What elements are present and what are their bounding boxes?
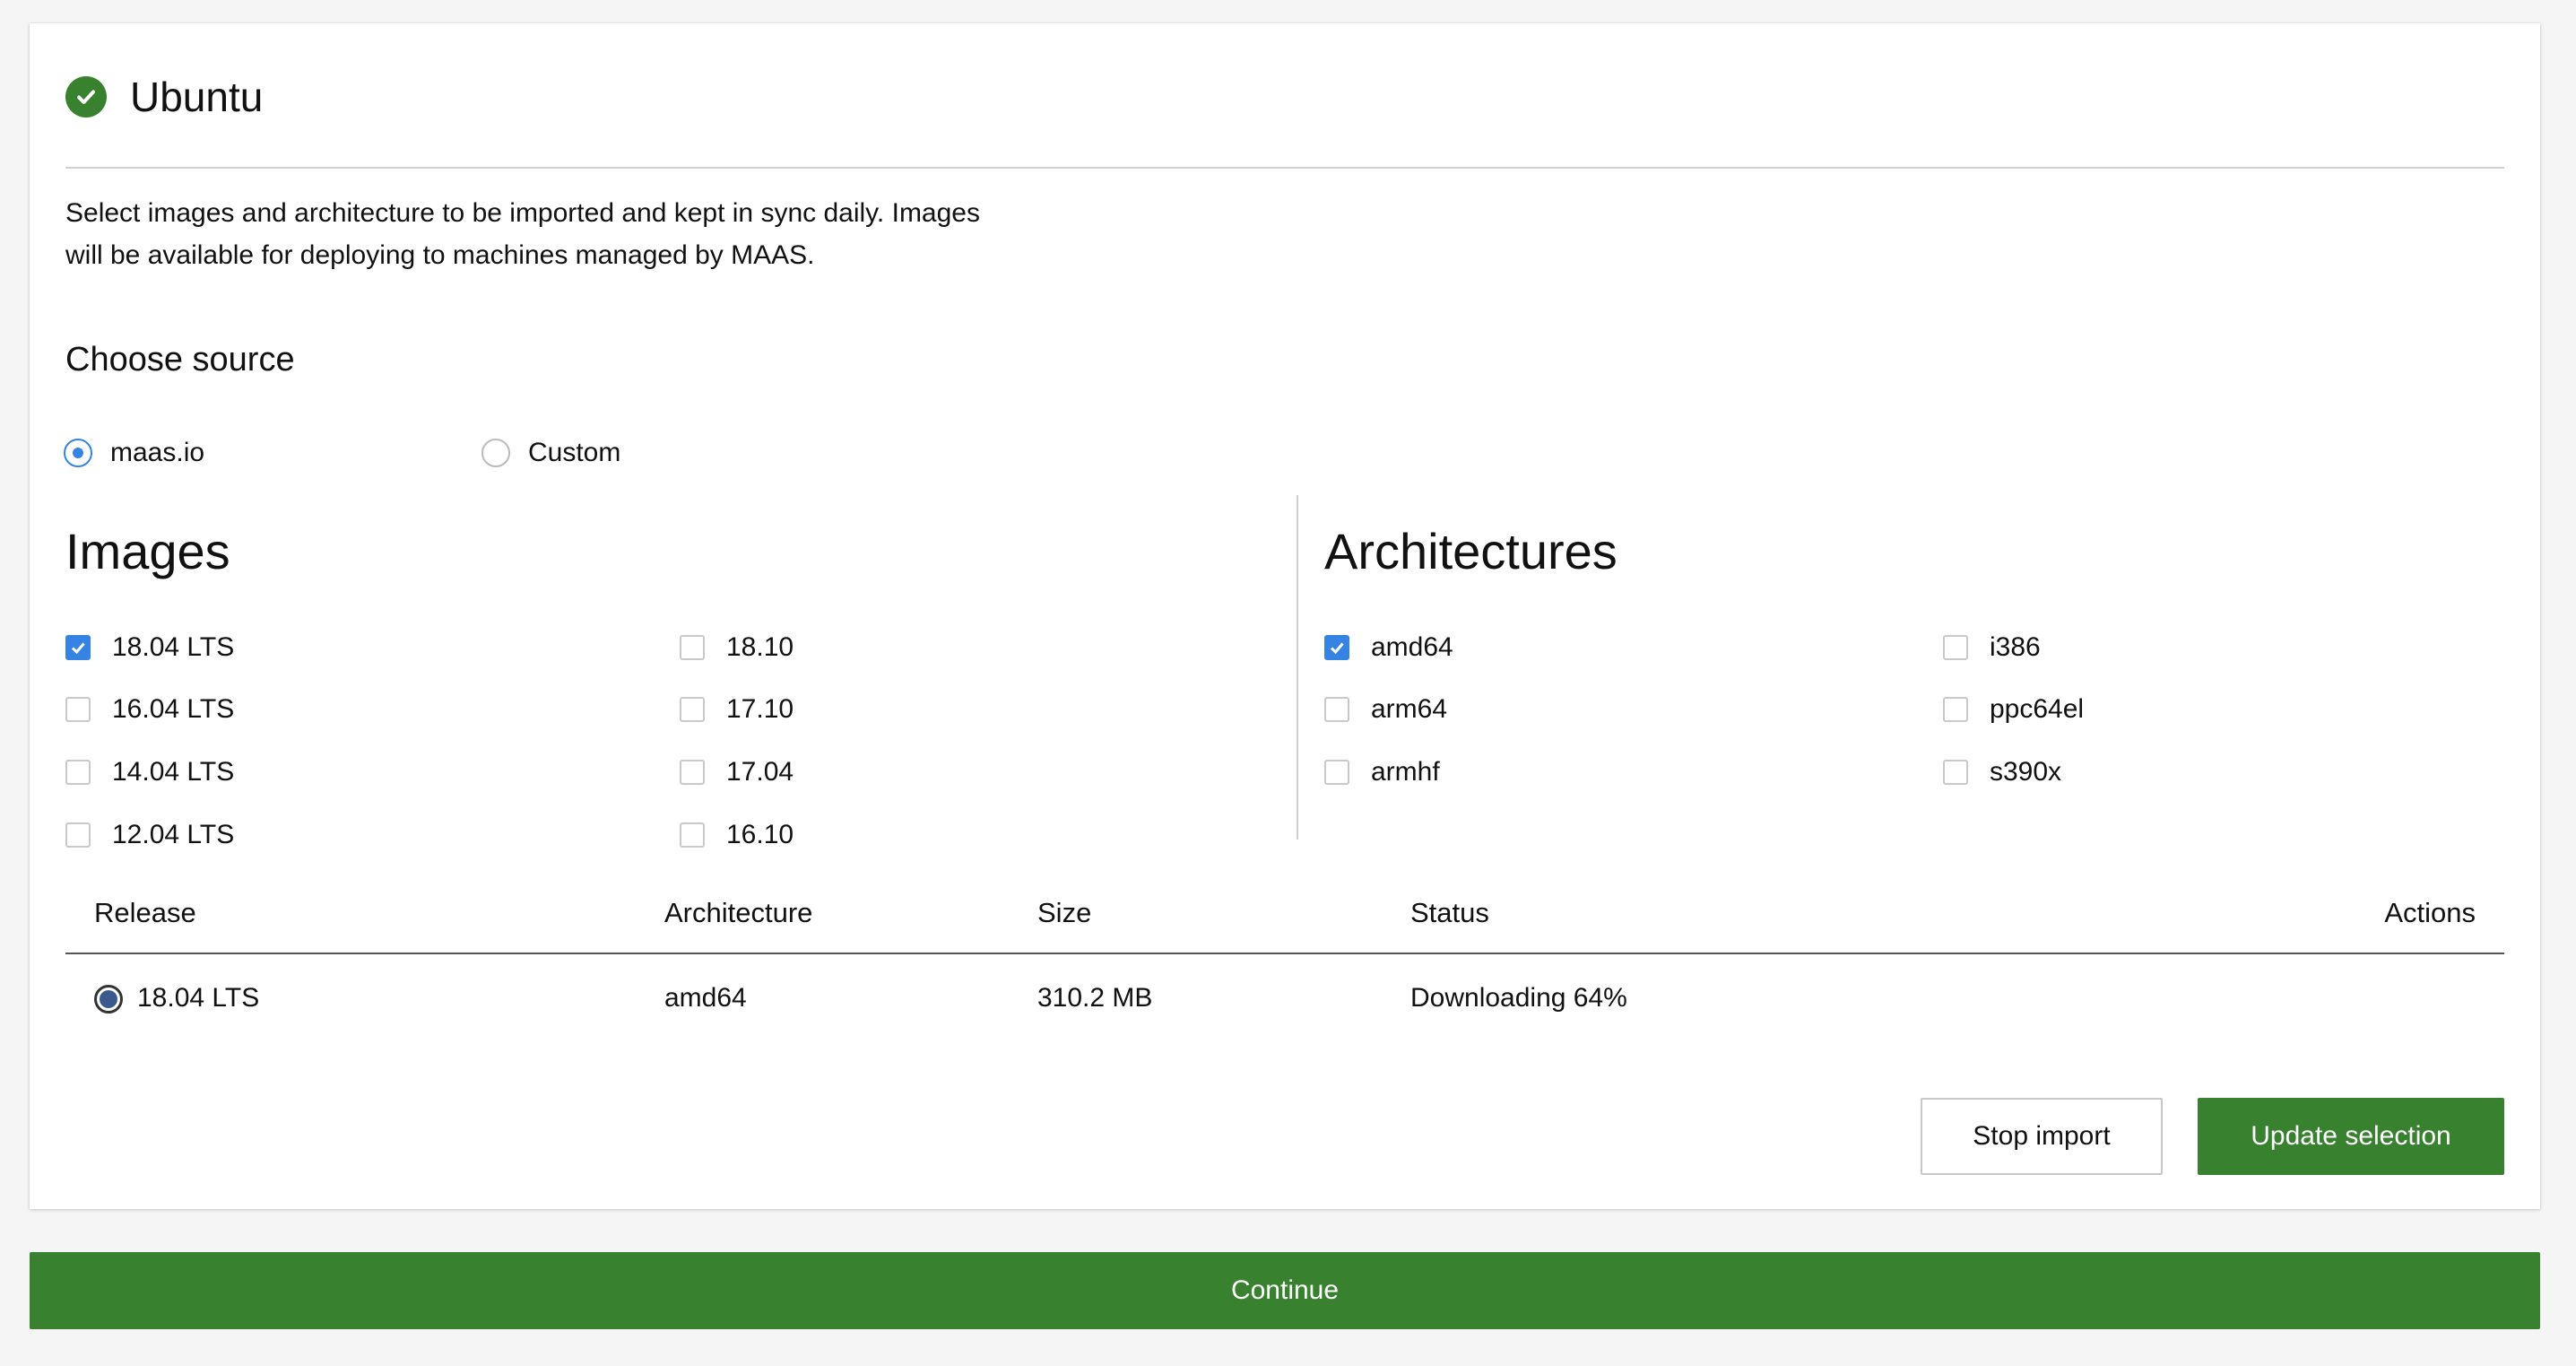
image-option-label: 14.04 LTS <box>112 757 235 787</box>
image-option-label: 18.04 LTS <box>112 632 235 662</box>
column-header-architecture: Architecture <box>664 897 813 928</box>
column-header-status: Status <box>1410 897 1489 928</box>
column-divider <box>1297 495 1298 840</box>
intro-text: Select images and architecture to be imp… <box>65 192 1106 276</box>
cell-architecture: amd64 <box>664 983 747 1013</box>
card-header: Ubuntu <box>65 50 2504 169</box>
cell-status: Downloading 64% <box>1410 983 1627 1013</box>
arch-option-armhf[interactable]: armhf <box>1324 754 1440 790</box>
checkbox-unchecked[interactable] <box>1943 697 1968 722</box>
checkbox-checked[interactable] <box>1324 635 1349 660</box>
intro-line-1: Select images and architecture to be imp… <box>65 198 980 228</box>
column-header-actions: Actions <box>2384 897 2476 928</box>
image-option-16-04-lts[interactable]: 16.04 LTS <box>65 692 234 727</box>
continue-button[interactable]: Continue <box>30 1252 2540 1329</box>
arch-option-label: s390x <box>1990 757 2062 787</box>
arch-option-label: i386 <box>1990 632 2041 662</box>
arch-option-i386[interactable]: i386 <box>1943 630 2041 666</box>
card-title: Ubuntu <box>130 74 264 120</box>
stop-import-button[interactable]: Stop import <box>1921 1098 2163 1175</box>
image-option-14-04-lts[interactable]: 14.04 LTS <box>65 754 234 790</box>
checkbox-unchecked[interactable] <box>65 760 91 785</box>
image-option-label: 17.10 <box>726 694 794 724</box>
radio-unselected[interactable] <box>481 439 510 467</box>
image-option-12-04-lts[interactable]: 12.04 LTS <box>65 817 234 853</box>
arch-option-label: arm64 <box>1371 694 1448 724</box>
image-option-label: 16.04 LTS <box>112 694 235 724</box>
source-option-label: maas.io <box>110 438 205 467</box>
row-select-radio[interactable] <box>94 985 123 1014</box>
image-option-label: 12.04 LTS <box>112 820 235 849</box>
source-option-maas-io[interactable]: maas.io <box>64 438 204 468</box>
arch-option-amd64[interactable]: amd64 <box>1324 630 1453 666</box>
arch-option-label: ppc64el <box>1990 694 2085 724</box>
arch-option-label: armhf <box>1371 757 1440 787</box>
cell-size: 310.2 MB <box>1037 983 1153 1013</box>
checkbox-unchecked[interactable] <box>680 822 705 848</box>
checkbox-unchecked[interactable] <box>65 822 91 848</box>
images-heading: Images <box>65 523 230 579</box>
image-option-label: 17.04 <box>726 757 794 787</box>
success-check-icon <box>65 76 107 117</box>
checkbox-unchecked[interactable] <box>680 760 705 785</box>
checkbox-checked[interactable] <box>65 635 91 660</box>
checkbox-unchecked[interactable] <box>1324 697 1349 722</box>
image-option-label: 16.10 <box>726 820 794 849</box>
image-option-17-04[interactable]: 17.04 <box>680 754 794 790</box>
intro-line-2: will be available for deploying to machi… <box>65 240 815 270</box>
checkbox-unchecked[interactable] <box>680 697 705 722</box>
column-header-size: Size <box>1037 897 1092 928</box>
arch-option-arm64[interactable]: arm64 <box>1324 692 1447 727</box>
arch-option-label: amd64 <box>1371 632 1453 662</box>
arch-option-s390x[interactable]: s390x <box>1943 754 2061 790</box>
checkbox-unchecked[interactable] <box>1324 760 1349 785</box>
choose-source-heading: Choose source <box>65 341 295 378</box>
checkbox-unchecked[interactable] <box>1943 635 1968 660</box>
arch-option-ppc64el[interactable]: ppc64el <box>1943 692 2084 727</box>
checkbox-unchecked[interactable] <box>1943 760 1968 785</box>
checkbox-unchecked[interactable] <box>65 697 91 722</box>
image-option-label: 18.10 <box>726 632 794 662</box>
architectures-heading: Architectures <box>1324 523 1618 579</box>
image-option-18-04-lts[interactable]: 18.04 LTS <box>65 630 234 666</box>
radio-selected[interactable] <box>64 439 92 467</box>
ubuntu-images-card: Ubuntu Select images and architecture to… <box>30 23 2540 1209</box>
image-option-16-10[interactable]: 16.10 <box>680 817 794 853</box>
cell-release: 18.04 LTS <box>137 983 260 1013</box>
checkbox-unchecked[interactable] <box>680 635 705 660</box>
source-option-custom[interactable]: Custom <box>481 438 620 468</box>
table-row[interactable]: 18.04 LTS amd64 310.2 MB Downloading 64% <box>65 974 2504 1031</box>
source-option-label: Custom <box>528 438 621 467</box>
image-option-17-10[interactable]: 17.10 <box>680 692 794 727</box>
column-header-release: Release <box>94 897 196 928</box>
images-table-header: Release Architecture Size Status Actions <box>65 897 2504 954</box>
image-option-18-10[interactable]: 18.10 <box>680 630 794 666</box>
update-selection-button[interactable]: Update selection <box>2198 1098 2504 1175</box>
